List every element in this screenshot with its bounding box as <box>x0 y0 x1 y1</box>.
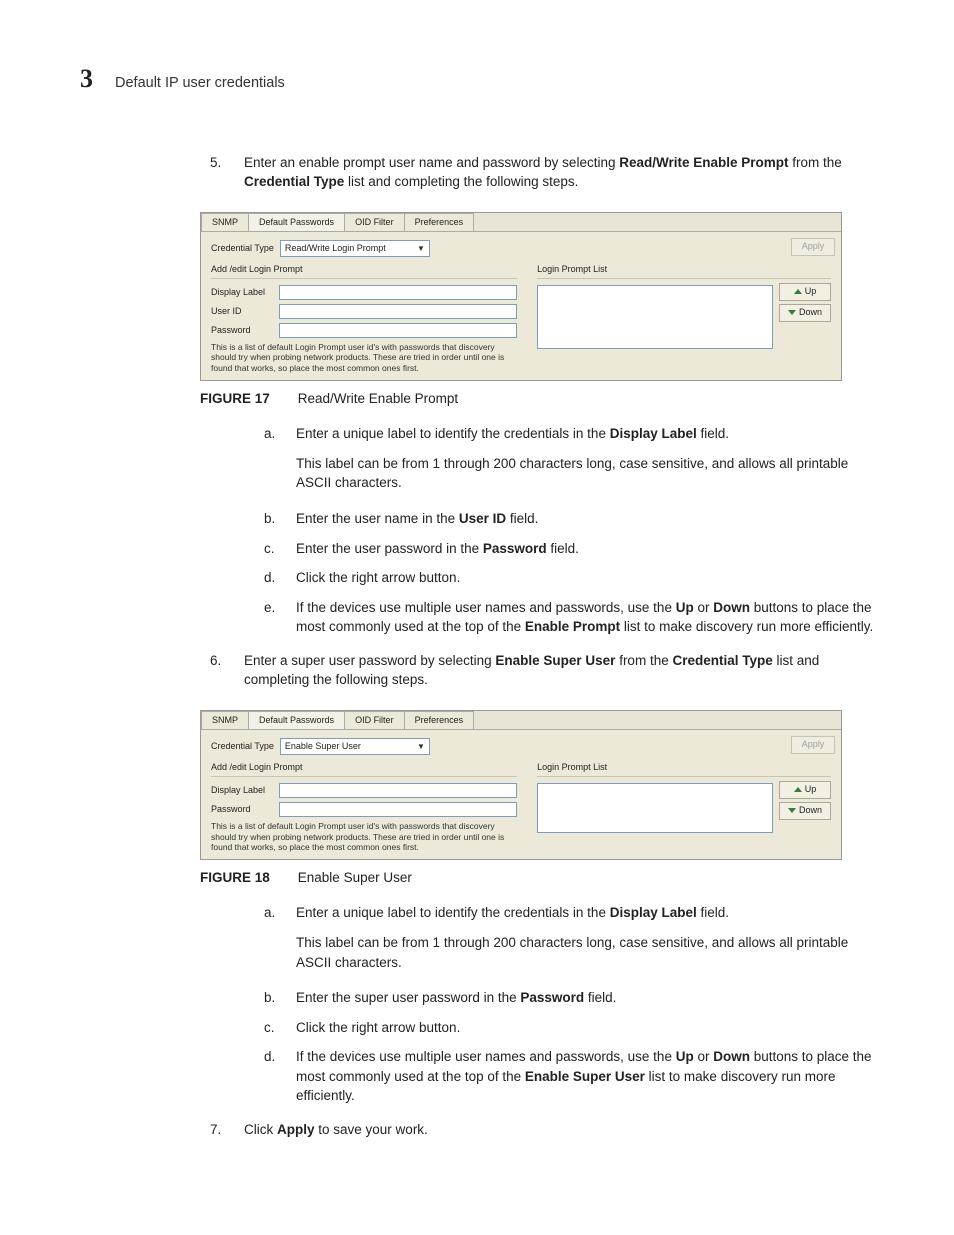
display-label-label: Display Label <box>211 784 273 797</box>
step-7: 7. Click Apply to save your work. <box>210 1120 874 1140</box>
display-label-input[interactable] <box>279 783 517 798</box>
step-5d: d. Click the right arrow button. <box>264 568 874 588</box>
tabs: SNMP Default Passwords OID Filter Prefer… <box>201 711 841 730</box>
credential-type-label: Credential Type <box>211 242 274 255</box>
login-prompt-listbox[interactable] <box>537 783 773 833</box>
login-prompt-list-section: Login Prompt List <box>537 263 831 279</box>
step-6: 6. Enter a super user password by select… <box>210 651 874 690</box>
triangle-up-icon <box>794 787 802 792</box>
add-edit-section: Add /edit Login Prompt <box>211 761 517 777</box>
apply-button[interactable]: Apply <box>791 238 835 256</box>
figure-17: SNMP Default Passwords OID Filter Prefer… <box>200 212 874 381</box>
password-input[interactable] <box>279 802 517 817</box>
user-id-input[interactable] <box>279 304 517 319</box>
up-button[interactable]: Up <box>779 283 831 301</box>
chapter-number: 3 <box>80 60 93 98</box>
user-id-label: User ID <box>211 305 273 318</box>
add-edit-section: Add /edit Login Prompt <box>211 263 517 279</box>
step-5b: b. Enter the user name in the User ID fi… <box>264 509 874 529</box>
credential-type-select[interactable]: Enable Super User ▼ <box>280 738 430 755</box>
figure-18-caption: FIGURE 18Enable Super User <box>200 868 874 888</box>
step-6b: b. Enter the super user password in the … <box>264 988 874 1008</box>
triangle-up-icon <box>794 289 802 294</box>
tab-snmp[interactable]: SNMP <box>201 711 249 729</box>
tab-oid-filter[interactable]: OID Filter <box>344 711 405 729</box>
chevron-down-icon: ▼ <box>417 243 425 255</box>
down-button[interactable]: Down <box>779 304 831 322</box>
password-label: Password <box>211 324 273 337</box>
tab-default-passwords[interactable]: Default Passwords <box>248 711 345 729</box>
credential-type-label: Credential Type <box>211 740 274 753</box>
step-5e: e. If the devices use multiple user name… <box>264 598 874 637</box>
step-text: Enter an enable prompt user name and pas… <box>244 153 874 192</box>
triangle-down-icon <box>788 808 796 813</box>
step-6a: a. Enter a unique label to identify the … <box>264 903 874 978</box>
apply-button[interactable]: Apply <box>791 736 835 754</box>
chapter-title: Default IP user credentials <box>115 73 285 94</box>
step-5a: a. Enter a unique label to identify the … <box>264 424 874 499</box>
help-text: This is a list of default Login Prompt u… <box>211 821 517 853</box>
tab-default-passwords[interactable]: Default Passwords <box>248 213 345 231</box>
tabs: SNMP Default Passwords OID Filter Prefer… <box>201 213 841 232</box>
figure-17-caption: FIGURE 17Read/Write Enable Prompt <box>200 389 874 409</box>
figure-18: SNMP Default Passwords OID Filter Prefer… <box>200 710 874 860</box>
password-input[interactable] <box>279 323 517 338</box>
page-header: 3 Default IP user credentials <box>80 60 874 98</box>
tab-snmp[interactable]: SNMP <box>201 213 249 231</box>
tab-oid-filter[interactable]: OID Filter <box>344 213 405 231</box>
step-6d: d. If the devices use multiple user name… <box>264 1047 874 1106</box>
up-button[interactable]: Up <box>779 781 831 799</box>
display-label-input[interactable] <box>279 285 517 300</box>
step-5c: c. Enter the user password in the Passwo… <box>264 539 874 559</box>
password-label: Password <box>211 803 273 816</box>
triangle-down-icon <box>788 310 796 315</box>
tab-preferences[interactable]: Preferences <box>404 711 475 729</box>
login-prompt-list-section: Login Prompt List <box>537 761 831 777</box>
display-label-label: Display Label <box>211 286 273 299</box>
help-text: This is a list of default Login Prompt u… <box>211 342 517 374</box>
login-prompt-listbox[interactable] <box>537 285 773 349</box>
chevron-down-icon: ▼ <box>417 741 425 753</box>
step-6c: c. Click the right arrow button. <box>264 1018 874 1038</box>
tab-preferences[interactable]: Preferences <box>404 213 475 231</box>
credential-type-select[interactable]: Read/Write Login Prompt ▼ <box>280 240 430 257</box>
step-number: 5. <box>210 153 230 192</box>
down-button[interactable]: Down <box>779 802 831 820</box>
step-5: 5. Enter an enable prompt user name and … <box>210 153 874 192</box>
